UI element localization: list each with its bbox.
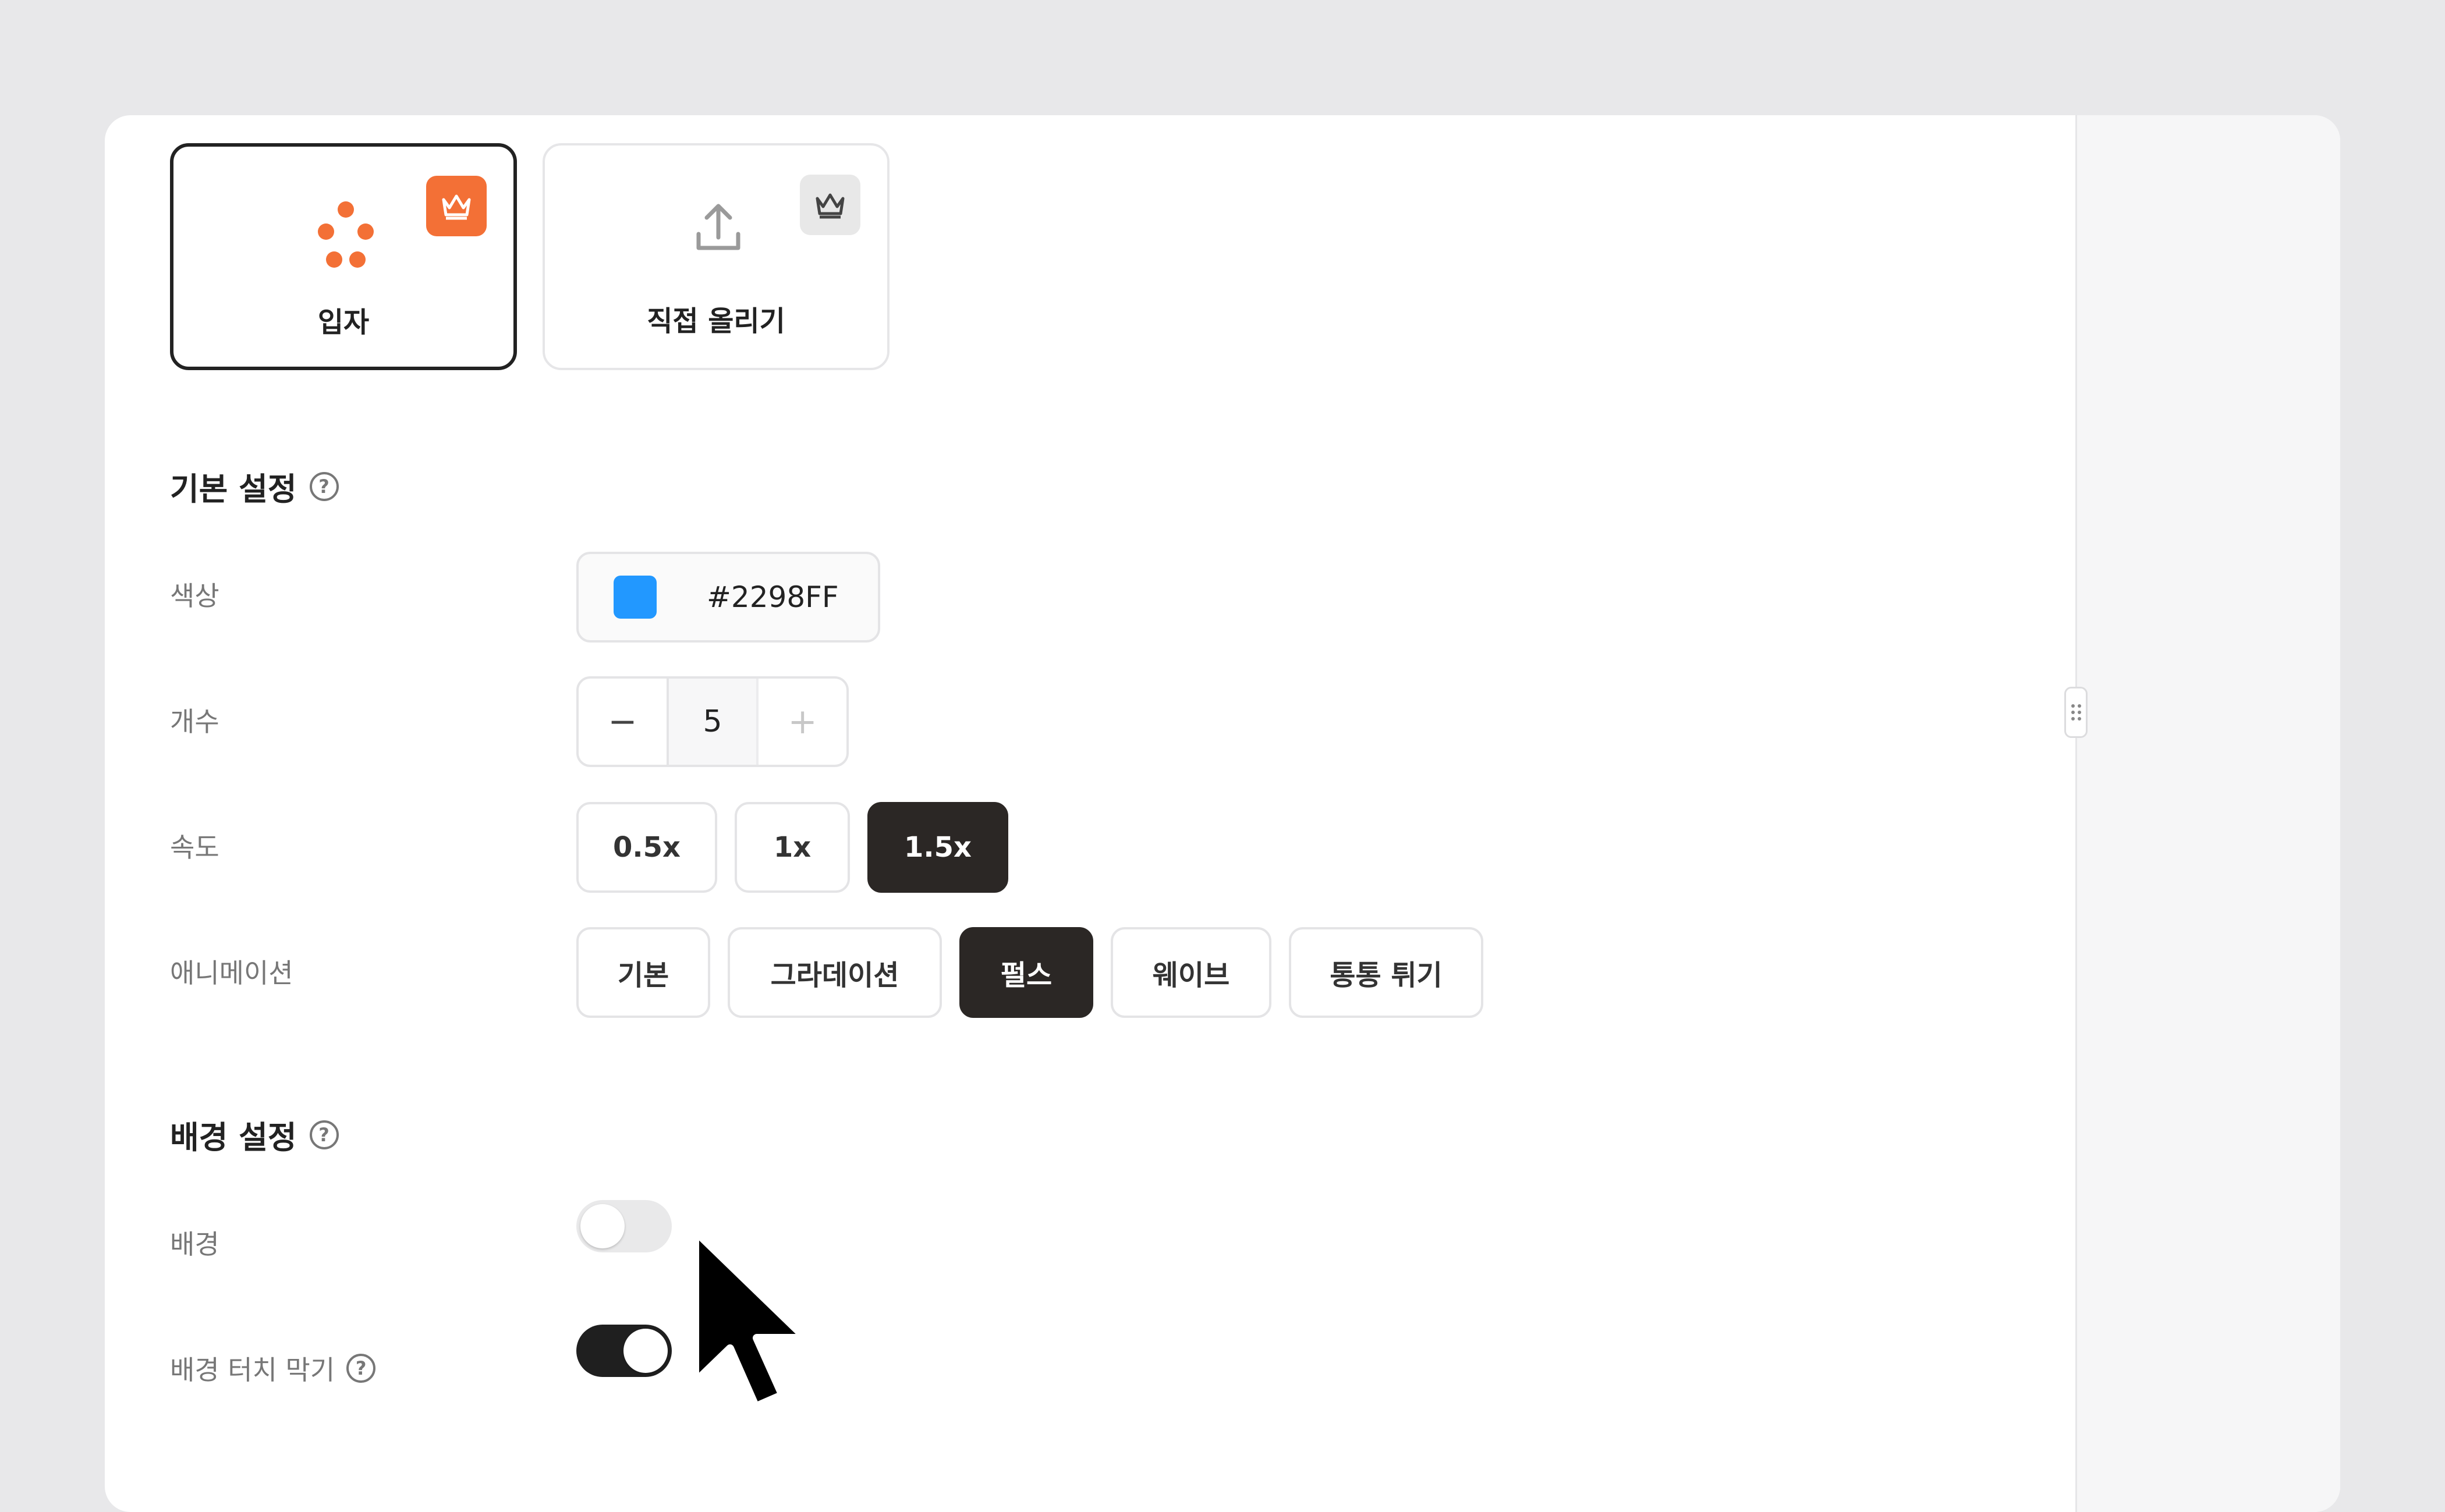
mouse-cursor-icon <box>691 1227 810 1411</box>
count-label: 개수 <box>170 706 219 737</box>
help-icon[interactable]: ? <box>309 471 339 501</box>
color-label: 색상 <box>170 580 219 612</box>
count-value[interactable]: 5 <box>666 679 759 765</box>
help-icon[interactable]: ? <box>309 1120 339 1149</box>
upload-icon <box>696 204 740 250</box>
block-touch-label-text: 배경 터치 막기 <box>170 1354 335 1386</box>
settings-panel: 입자 직접 올리기 기본 설정 ? 색상 #2298FF 개수 − 5 + 속도… <box>105 115 2340 1512</box>
speed-option-1-5x[interactable]: 1.5x <box>867 802 1008 893</box>
animation-label: 애니메이션 <box>170 957 293 989</box>
animation-option-pulse[interactable]: 펄스 <box>959 927 1093 1018</box>
speed-option-1x[interactable]: 1x <box>735 802 850 893</box>
speed-option-0-5x[interactable]: 0.5x <box>576 802 717 893</box>
particles-icon <box>318 201 374 268</box>
color-swatch[interactable] <box>614 576 657 619</box>
toggle-knob <box>623 1329 668 1373</box>
animation-option-bounce[interactable]: 통통 튀기 <box>1289 927 1483 1018</box>
block-touch-label: 배경 터치 막기 ? <box>170 1349 376 1387</box>
color-hex-value: #2298FF <box>707 580 839 614</box>
animation-option-basic[interactable]: 기본 <box>576 927 710 1018</box>
section-title-text: 배경 설정 <box>170 1119 297 1156</box>
crown-icon <box>800 175 860 235</box>
color-picker-field[interactable]: #2298FF <box>576 552 880 643</box>
count-stepper: − 5 + <box>576 676 849 767</box>
decrement-button[interactable]: − <box>579 679 667 765</box>
resize-handle[interactable] <box>2064 687 2088 738</box>
effect-card-particles[interactable]: 입자 <box>170 143 517 370</box>
speed-options: 0.5x 1x 1.5x <box>576 802 1008 893</box>
animation-option-gradient[interactable]: 그라데이션 <box>728 927 942 1018</box>
effect-card-label: 입자 <box>317 306 370 339</box>
crown-icon <box>426 176 487 236</box>
speed-label: 속도 <box>170 832 219 863</box>
increment-button[interactable]: + <box>759 679 846 765</box>
help-icon[interactable]: ? <box>346 1354 376 1383</box>
effect-card-label: 직접 올리기 <box>647 305 785 338</box>
preview-pane <box>2075 115 2340 1512</box>
block-touch-toggle[interactable] <box>576 1325 672 1377</box>
background-label: 배경 <box>170 1229 219 1260</box>
animation-options: 기본 그라데이션 펄스 웨이브 통통 튀기 <box>576 927 1483 1018</box>
background-toggle[interactable] <box>576 1200 672 1252</box>
basic-settings-title: 기본 설정 ? <box>170 463 339 509</box>
animation-option-wave[interactable]: 웨이브 <box>1111 927 1271 1018</box>
drag-dots-icon <box>2071 704 2081 720</box>
effect-card-upload[interactable]: 직접 올리기 <box>543 143 890 370</box>
background-settings-title: 배경 설정 ? <box>170 1112 339 1158</box>
toggle-knob <box>580 1204 625 1248</box>
section-title-text: 기본 설정 <box>170 471 297 507</box>
